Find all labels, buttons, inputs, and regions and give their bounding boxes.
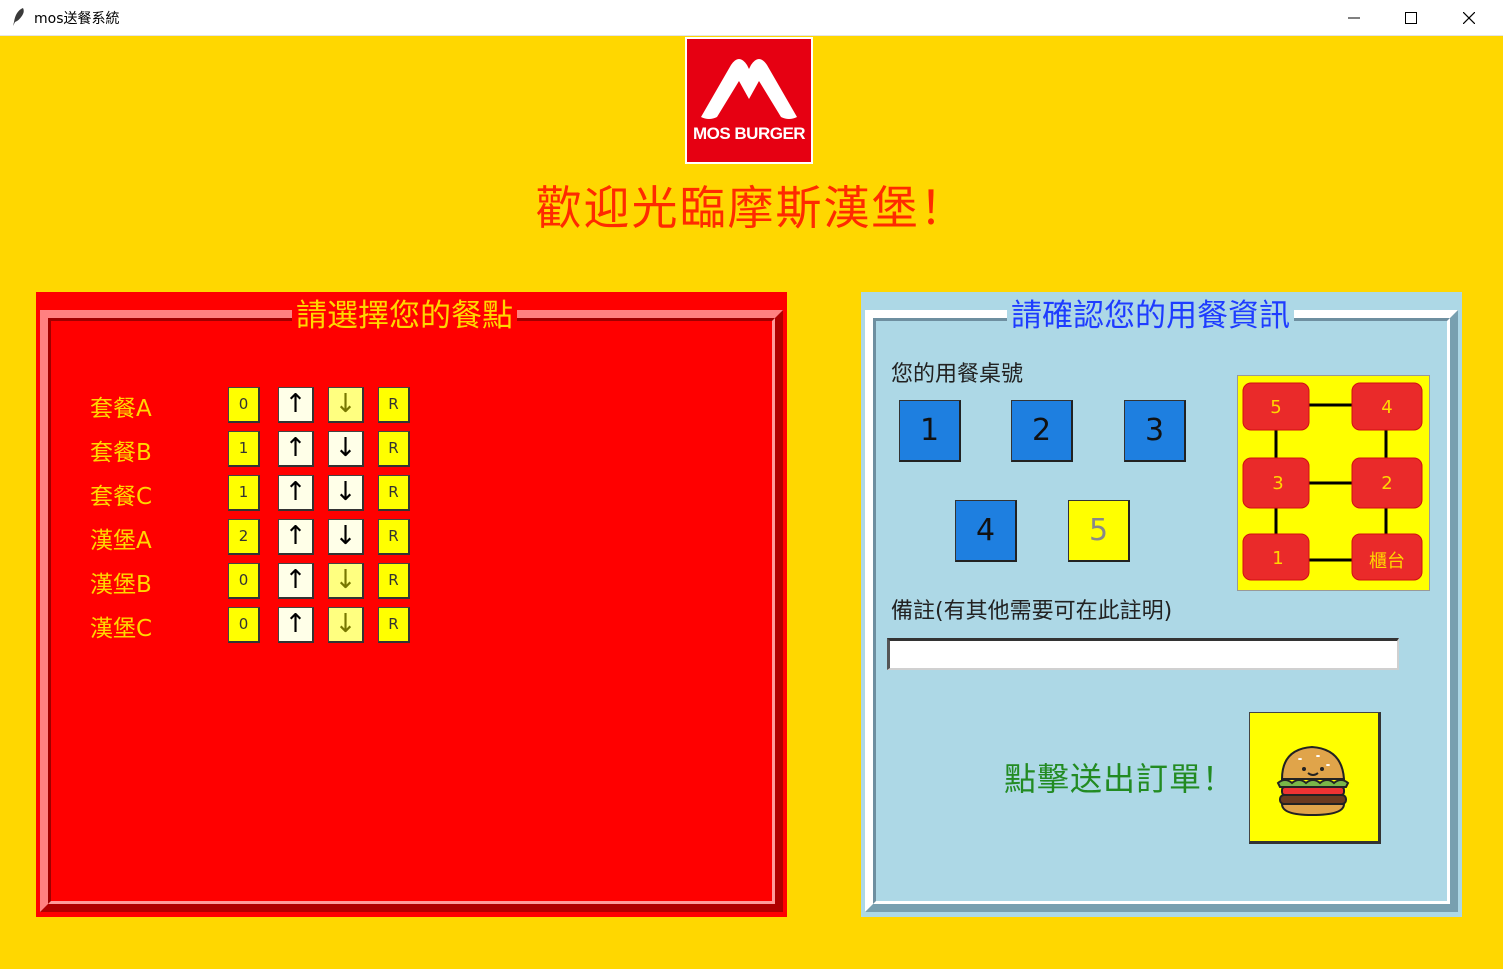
item-label: 套餐A <box>90 396 152 422</box>
table-5-button[interactable]: 5 <box>1068 500 1130 562</box>
item-count: 1 <box>228 431 260 467</box>
mos-logo-mark <box>701 59 797 119</box>
note-label: 備註(有其他需要可在此註明) <box>891 599 1173 624</box>
reset-button[interactable]: R <box>378 387 410 423</box>
submit-label: 點擊送出訂單！ <box>1004 760 1236 798</box>
table-number-label: 您的用餐桌號 <box>891 362 1024 387</box>
decrease-button[interactable]: ↓ <box>328 563 364 599</box>
increase-button[interactable]: ↑ <box>278 519 314 555</box>
map-node-label: 4 <box>1381 397 1392 418</box>
submit-order-button[interactable] <box>1249 712 1381 844</box>
welcome-heading: 歡迎光臨摩斯漢堡！ <box>535 181 968 235</box>
info-panel-title: 請確認您的用餐資訊 <box>1007 294 1294 338</box>
info-panel: 請確認您的用餐資訊 您的用餐桌號 1 2 3 4 5 5 4 3 2 1 櫃台 … <box>861 292 1462 917</box>
map-node-label: 3 <box>1272 473 1283 494</box>
map-node-label: 2 <box>1381 473 1392 494</box>
decrease-button[interactable]: ↓ <box>328 387 364 423</box>
window-titlebar: mos送餐系統 <box>0 0 1503 36</box>
reset-button[interactable]: R <box>378 475 410 511</box>
table-1-button[interactable]: 1 <box>899 400 961 462</box>
table-4-button[interactable]: 4 <box>955 500 1017 562</box>
increase-button[interactable]: ↑ <box>278 563 314 599</box>
close-button[interactable] <box>1440 0 1498 36</box>
item-label: 漢堡B <box>90 572 152 598</box>
increase-button[interactable]: ↑ <box>278 607 314 643</box>
reset-button[interactable]: R <box>378 431 410 467</box>
decrease-button[interactable]: ↓ <box>328 519 364 555</box>
minimize-icon <box>1348 17 1360 19</box>
maximize-button[interactable] <box>1382 0 1440 36</box>
decrease-button[interactable]: ↓ <box>328 607 364 643</box>
seating-map: 5 4 3 2 1 櫃台 <box>1237 375 1430 591</box>
item-count: 0 <box>228 607 260 643</box>
burger-icon <box>1276 745 1350 817</box>
item-label: 套餐C <box>90 484 153 510</box>
decrease-button[interactable]: ↓ <box>328 431 364 467</box>
table-2-button[interactable]: 2 <box>1011 400 1073 462</box>
increase-button[interactable]: ↑ <box>278 431 314 467</box>
item-count: 1 <box>228 475 260 511</box>
logo-text: MOS BURGER <box>692 124 806 143</box>
reset-button[interactable]: R <box>378 519 410 555</box>
item-label: 套餐B <box>90 440 152 466</box>
minimize-button[interactable] <box>1325 0 1383 36</box>
table-3-button[interactable]: 3 <box>1124 400 1186 462</box>
menu-panel: 請選擇您的餐點 套餐A 0 ↑ ↓ R 套餐B 1 ↑ ↓ R 套餐C 1 ↑ … <box>36 292 787 917</box>
item-count: 0 <box>228 387 260 423</box>
decrease-button[interactable]: ↓ <box>328 475 364 511</box>
reset-button[interactable]: R <box>378 563 410 599</box>
item-label: 漢堡C <box>90 616 153 642</box>
map-node-label: 櫃台 <box>1369 551 1405 572</box>
menu-panel-title: 請選擇您的餐點 <box>292 294 517 338</box>
item-label: 漢堡A <box>90 528 152 554</box>
close-icon <box>1463 12 1475 24</box>
note-input[interactable] <box>887 638 1399 670</box>
item-count: 2 <box>228 519 260 555</box>
maximize-icon <box>1405 12 1417 24</box>
increase-button[interactable]: ↑ <box>278 475 314 511</box>
feather-icon <box>13 8 24 26</box>
reset-button[interactable]: R <box>378 607 410 643</box>
item-count: 0 <box>228 563 260 599</box>
seating-map-diagram: 5 4 3 2 1 櫃台 <box>1242 382 1423 581</box>
mos-burger-logo: MOS BURGER <box>685 37 813 164</box>
increase-button[interactable]: ↑ <box>278 387 314 423</box>
window-title: mos送餐系統 <box>34 11 120 27</box>
map-node-label: 5 <box>1270 397 1281 418</box>
map-node-label: 1 <box>1272 548 1283 569</box>
